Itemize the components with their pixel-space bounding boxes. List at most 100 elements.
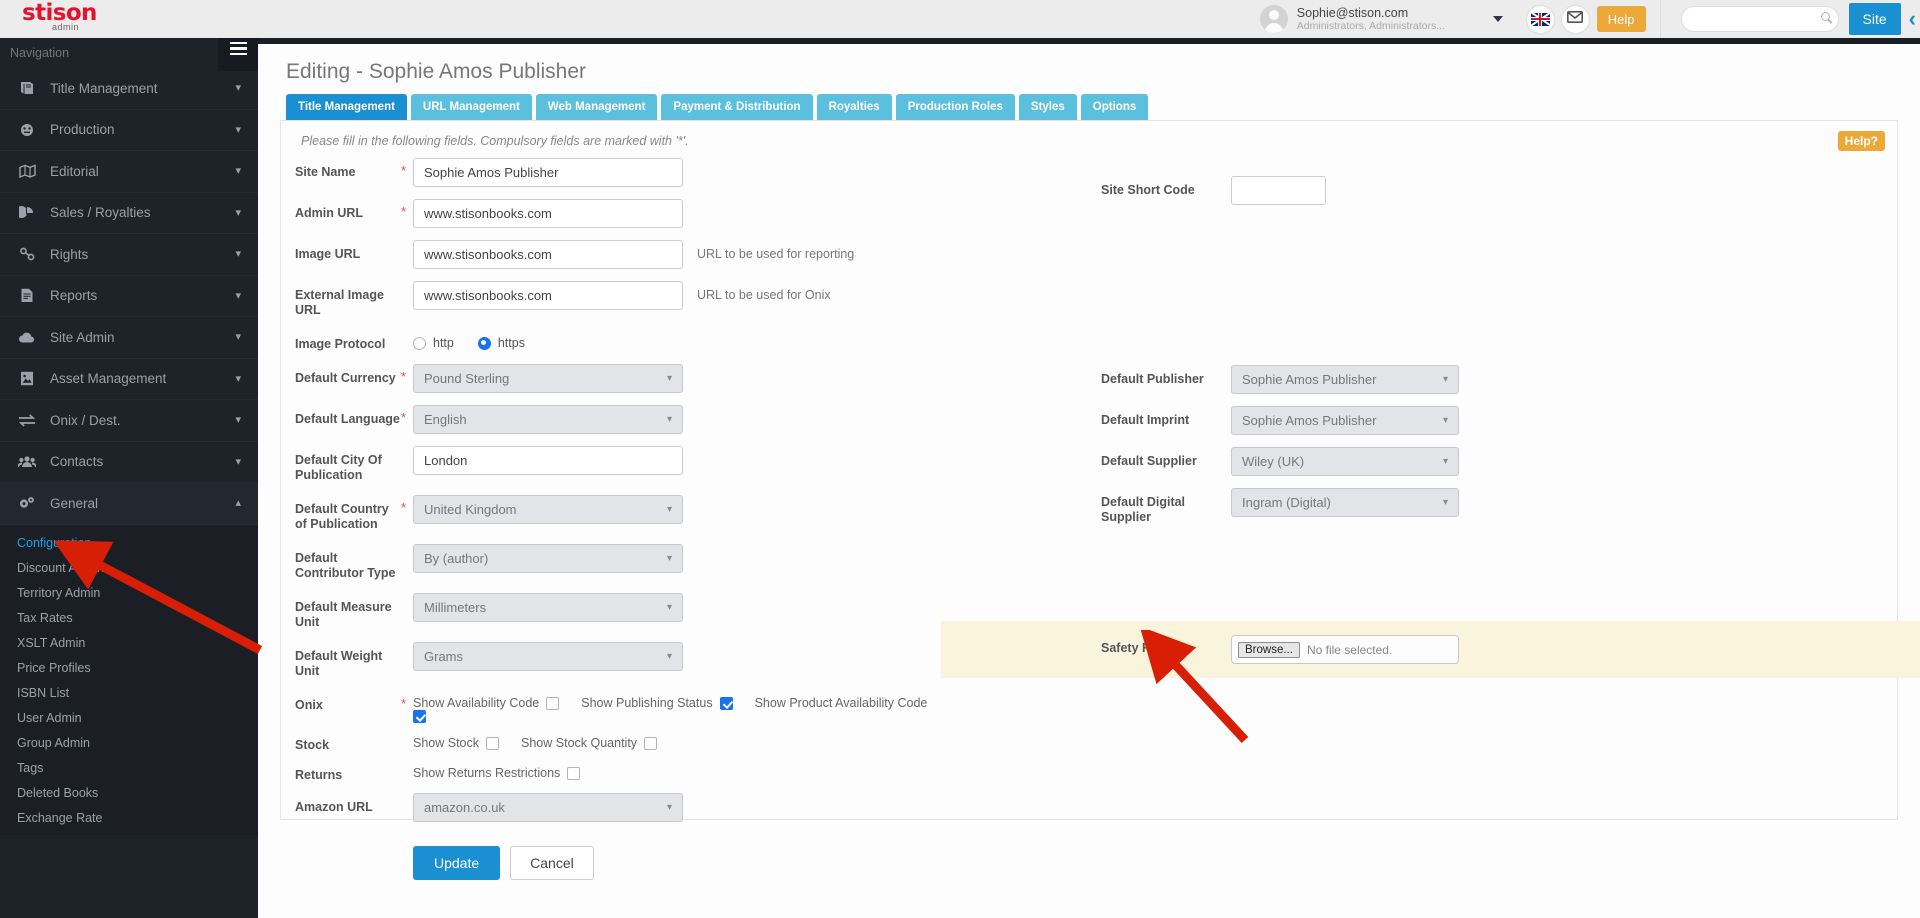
default-supplier-select[interactable]: Wiley (UK) ▾: [1231, 447, 1459, 476]
sidebar-subitem-discount-admin[interactable]: Discount Admin: [0, 556, 258, 581]
radio-http[interactable]: [413, 336, 426, 350]
app-logo[interactable]: stison admin: [0, 0, 258, 38]
chevron-down-icon[interactable]: ▾: [235, 249, 241, 260]
chevron-down-icon: ▾: [666, 414, 672, 425]
sidebar-subitem-exchange-rate[interactable]: Exchange Rate: [0, 806, 258, 831]
sidebar-subitem-tags[interactable]: Tags: [0, 756, 258, 781]
sidebar-item-asset-management[interactable]: Asset Management ▾: [0, 359, 258, 400]
chevron-down-icon[interactable]: ▾: [235, 373, 241, 384]
radio-https[interactable]: [477, 336, 491, 350]
amazon-url-select[interactable]: amazon.co.uk ▾: [413, 793, 683, 822]
form-panel: Help? Please fill in the following field…: [280, 120, 1920, 880]
sidebar-subitem-user-admin[interactable]: User Admin: [0, 706, 258, 731]
chevron-down-icon[interactable]: ▾: [235, 415, 241, 426]
safety-file-input[interactable]: Browse... No file selected.: [1231, 635, 1459, 664]
cancel-button[interactable]: Cancel: [510, 846, 594, 880]
update-button[interactable]: Update: [413, 846, 501, 880]
sidebar-item-onix-dest[interactable]: Onix / Dest. ▾: [0, 400, 258, 442]
checkbox-label: Show Stock Quantity: [521, 736, 638, 750]
help-tag-button[interactable]: Help?: [1837, 131, 1885, 151]
checkbox-show-publishing-status[interactable]: [719, 696, 733, 710]
form-hint: Please fill in the following fields. Com…: [301, 134, 689, 148]
sidebar-item-sales-royalties[interactable]: Sales / Royalties ▾: [0, 193, 258, 234]
default-imprint-select[interactable]: Sophie Amos Publisher ▾: [1231, 406, 1459, 435]
sidebar-item-rights[interactable]: Rights ▾: [0, 234, 258, 276]
sidebar-item-label: Rights: [50, 246, 89, 262]
chevron-down-icon[interactable]: ▾: [235, 124, 241, 135]
admin-url-input[interactable]: [413, 199, 683, 228]
messages-button[interactable]: [1561, 5, 1589, 33]
default-country-select[interactable]: United Kingdom ▾: [413, 495, 683, 524]
site-short-code-input[interactable]: [1231, 176, 1326, 205]
onix-checkbox-group: Show Availability Code Show Publishing S…: [413, 691, 941, 723]
sidebar-item-production[interactable]: Production ▾: [0, 110, 258, 151]
external-image-url-helper: URL to be used for Onix: [697, 288, 831, 302]
sidebar-item-site-admin[interactable]: Site Admin ▾: [0, 317, 258, 359]
tab-title-management[interactable]: Title Management: [286, 94, 407, 120]
checkbox-show-stock-quantity[interactable]: [644, 736, 658, 750]
tab-url-management[interactable]: URL Management: [410, 94, 532, 120]
checkbox-show-returns-restrictions[interactable]: [567, 766, 581, 780]
chevron-down-icon[interactable]: ▾: [235, 166, 241, 177]
sidebar-item-editorial[interactable]: Editorial ▾: [0, 151, 258, 193]
field-default-supplier: Default Supplier Wiley (UK) ▾: [1101, 447, 1581, 476]
sidebar-subitem-xslt-admin[interactable]: XSLT Admin: [0, 631, 258, 656]
chevron-down-icon: ▾: [666, 802, 672, 813]
browse-button[interactable]: Browse...: [1238, 641, 1300, 658]
user-menu[interactable]: Sophie@stison.com Administrators, Admini…: [1259, 0, 1527, 38]
image-url-input[interactable]: [413, 240, 683, 269]
default-digital-supplier-select[interactable]: Ingram (Digital) ▾: [1231, 488, 1459, 517]
language-button[interactable]: [1526, 5, 1554, 33]
sidebar-item-general[interactable]: General ▴: [0, 483, 258, 525]
sidebar-item-contacts[interactable]: Contacts ▾: [0, 442, 258, 483]
default-language-select[interactable]: English ▾: [413, 405, 683, 434]
tab-styles[interactable]: Styles: [1018, 94, 1077, 120]
sidebar-subitem-deleted-books[interactable]: Deleted Books: [0, 781, 258, 806]
chevron-down-icon[interactable]: ▾: [235, 83, 241, 94]
sidebar-subitem-isbn-list[interactable]: ISBN List: [0, 681, 258, 706]
default-weight-unit-select[interactable]: Grams ▾: [413, 642, 683, 671]
chevron-down-icon[interactable]: ▾: [235, 207, 241, 218]
hamburger-icon[interactable]: [218, 38, 258, 71]
external-image-url-input[interactable]: [413, 281, 683, 310]
field-label: Default Weight Unit: [295, 649, 383, 678]
chevron-down-icon[interactable]: ▾: [235, 456, 241, 467]
tab-production-roles[interactable]: Production Roles: [895, 94, 1015, 120]
default-currency-select[interactable]: Pound Sterling ▾: [413, 364, 683, 393]
checkbox-show-product-availability-code[interactable]: [413, 710, 426, 723]
sidebar-subitem-price-profiles[interactable]: Price Profiles: [0, 656, 258, 681]
tab-payment-distribution[interactable]: Payment & Distribution: [661, 94, 813, 120]
default-contributor-type-select[interactable]: By (author) ▾: [413, 544, 683, 573]
chevron-left-icon[interactable]: ‹: [1909, 8, 1916, 30]
chevron-up-icon[interactable]: ▴: [235, 498, 241, 509]
book-icon: [16, 81, 38, 95]
help-button[interactable]: Help: [1596, 6, 1646, 32]
checkbox-show-availability-code[interactable]: [546, 696, 560, 710]
site-button[interactable]: Site: [1848, 3, 1901, 35]
tab-options[interactable]: Options: [1080, 94, 1149, 120]
sidebar-item-title-management[interactable]: Title Management ▾: [0, 68, 258, 110]
site-name-input[interactable]: [413, 158, 683, 187]
user-role: Administrators, Administrators...: [1296, 19, 1446, 32]
default-publisher-select[interactable]: Sophie Amos Publisher ▾: [1231, 365, 1459, 394]
chevron-down-icon[interactable]: ▾: [235, 332, 241, 343]
sidebar-subitem-configuration[interactable]: Configuration: [0, 531, 258, 556]
field-label: Image URL: [295, 247, 361, 261]
default-city-input[interactable]: [413, 446, 683, 475]
checkbox-show-stock[interactable]: [486, 736, 500, 750]
sidebar-subitem-group-admin[interactable]: Group Admin: [0, 731, 258, 756]
sidebar-subitem-territory-admin[interactable]: Territory Admin: [0, 581, 258, 606]
tab-web-management[interactable]: Web Management: [535, 94, 658, 120]
safety-file-band: Safety File Browse... No file selected.: [941, 621, 1920, 678]
search-box[interactable]: [1680, 6, 1839, 32]
sidebar-header-label: Navigation: [10, 46, 70, 60]
sidebar-subitem-tax-rates[interactable]: Tax Rates: [0, 606, 258, 631]
default-measure-unit-select[interactable]: Millimeters ▾: [413, 593, 683, 622]
sidebar-item-reports[interactable]: Reports ▾: [0, 276, 258, 317]
chevron-down-icon[interactable]: [1492, 16, 1503, 22]
required-marker-empty: [401, 281, 413, 286]
chevron-down-icon[interactable]: ▾: [235, 290, 241, 301]
search-input[interactable]: [1680, 6, 1839, 32]
field-label: Admin URL: [295, 206, 364, 220]
tab-royalties[interactable]: Royalties: [816, 94, 892, 120]
